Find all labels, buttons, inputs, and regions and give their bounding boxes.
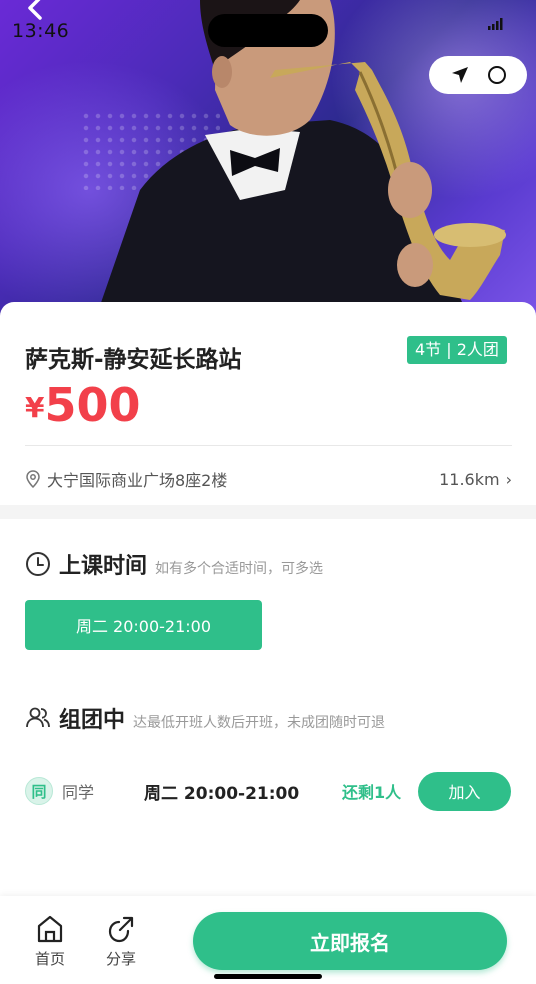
schedule-hint: 如有多个合适时间，可多选: [155, 561, 324, 577]
time-option[interactable]: 周二 20:00-21:00: [25, 600, 262, 650]
nav-share[interactable]: 分享: [96, 914, 146, 969]
hero-image: [0, 0, 536, 320]
group-header: 组团中 达最低开班人数后开班，未成团随时可退: [25, 702, 385, 734]
price-value: 500: [44, 378, 141, 432]
group-row: 同 同学 周二 20:00-21:00 还剩1人 加入: [25, 771, 512, 811]
course-price: ¥500: [25, 378, 141, 432]
share-icon: [108, 916, 134, 943]
remaining-count: 还剩1人: [342, 783, 402, 802]
course-info-card: 萨克斯-静安延长路站 4节 | 2人团 ¥500 大宁国际商业广场8座2楼 11…: [0, 302, 536, 507]
clock-icon: [26, 552, 50, 576]
address-row[interactable]: 大宁国际商业广场8座2楼 11.6km ›: [25, 467, 512, 491]
signal-icon: [488, 18, 503, 30]
signup-button[interactable]: 立即报名: [193, 912, 507, 970]
group-heading: 组团中: [59, 708, 126, 733]
group-time: 周二 20:00-21:00: [144, 783, 300, 804]
nav-home[interactable]: 首页: [25, 914, 75, 969]
nav-home-label: 首页: [34, 950, 65, 968]
price-symbol: ¥: [25, 391, 45, 424]
send-icon[interactable]: [451, 66, 469, 84]
location-pin-icon: [26, 470, 40, 488]
distance-text: 11.6km ›: [439, 469, 512, 489]
chevron-right-icon: ›: [505, 469, 512, 489]
bottom-bar: 首页 分享 立即报名: [0, 896, 536, 984]
nav-share-label: 分享: [105, 950, 136, 968]
divider: [25, 445, 512, 446]
course-title: 萨克斯-静安延长路站: [25, 347, 242, 373]
saxophone-player-photo: [95, 0, 506, 320]
join-button[interactable]: 加入: [418, 771, 511, 811]
mini-program-capsule: [429, 56, 527, 94]
home-icon: [37, 915, 63, 943]
schedule-header: 上课时间 如有多个合适时间，可多选: [25, 548, 323, 580]
home-indicator: [214, 974, 322, 979]
address-text: 大宁国际商业广场8座2楼: [47, 471, 228, 490]
schedule-heading: 上课时间: [59, 554, 148, 579]
circle-icon[interactable]: [487, 66, 506, 84]
course-tag: 4节 | 2人团: [407, 336, 507, 364]
back-icon[interactable]: [24, 0, 46, 22]
group-hint: 达最低开班人数后开班，未成团随时可退: [133, 715, 386, 731]
member-label: 同学: [62, 783, 95, 802]
status-time: 13:46: [12, 20, 70, 42]
avatar: 同: [25, 777, 53, 805]
section-gap: [0, 505, 536, 519]
people-icon: [26, 707, 50, 728]
dynamic-island: [208, 14, 328, 47]
